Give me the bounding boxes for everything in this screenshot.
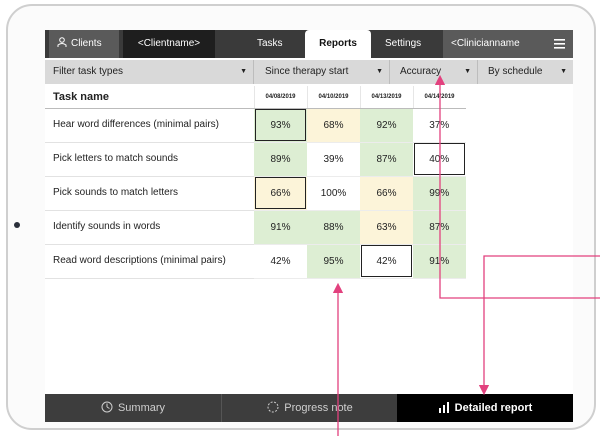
filter-task-types-label: Filter task types [53,66,124,77]
task-name: Hear word differences (minimal pairs) [45,108,254,143]
tab-reports[interactable]: Reports [305,30,371,58]
dropdown-caret-icon: ▼ [376,68,383,75]
time-range-label: Since therapy start [265,66,349,77]
date-header: 04/08/2019 [253,86,307,109]
date-header: 04/14/2019 [412,86,466,109]
accuracy-cell[interactable]: 93% [254,108,307,143]
accuracy-cell[interactable]: 92% [360,108,413,143]
clinician-name: <Clinicianname [451,38,520,49]
schedule-dropdown[interactable]: By schedule ▼ [480,60,573,84]
tab-settings[interactable]: Settings [385,30,421,58]
accuracy-cell[interactable]: 40% [413,142,466,177]
date-header: 04/13/2019 [359,86,413,109]
accuracy-cell[interactable]: 68% [307,108,360,143]
accuracy-cell[interactable]: 42% [254,244,307,279]
metric-label: Accuracy [400,66,442,77]
dropdown-caret-icon: ▼ [464,68,471,75]
table-row[interactable]: Pick sounds to match letters 66% 100% 66… [45,176,466,211]
summary-label: Summary [117,402,166,414]
progress-icon [267,401,279,413]
table-row[interactable]: Pick letters to match sounds 89% 39% 87%… [45,142,466,177]
task-name: Identify sounds in words [45,210,254,245]
progress-label: Progress note [284,402,353,414]
metric-dropdown[interactable]: Accuracy ▼ [392,60,478,84]
accuracy-cell[interactable]: 88% [307,210,360,245]
table-row[interactable]: Identify sounds in words 91% 88% 63% 87% [45,210,466,245]
filter-bar: Filter task types ▼ Since therapy start … [45,60,573,84]
dropdown-caret-icon: ▼ [560,68,567,75]
accuracy-cell[interactable]: 91% [413,244,466,279]
accuracy-cell[interactable]: 66% [254,176,307,211]
hamburger-menu-icon[interactable] [554,39,565,49]
task-name: Pick letters to match sounds [45,142,254,177]
accuracy-cell[interactable]: 95% [307,244,360,279]
client-name[interactable]: <Clientname> [123,30,215,58]
accuracy-cell[interactable]: 42% [360,244,413,279]
clients-button[interactable]: Clients [49,30,119,58]
task-name: Read word descriptions (minimal pairs) [45,244,254,279]
summary-icon [101,401,113,413]
accuracy-cell[interactable]: 89% [254,142,307,177]
accuracy-cell[interactable]: 91% [254,210,307,245]
tab-detailed-report[interactable]: Detailed report [397,394,573,422]
tab-progress-note[interactable]: Progress note [221,394,398,422]
clients-label: Clients [71,38,102,49]
tab-tasks[interactable]: Tasks [257,30,283,58]
clinician-menu[interactable]: <Clinicianname [443,30,573,58]
schedule-label: By schedule [488,66,543,77]
tab-summary[interactable]: Summary [45,394,221,422]
accuracy-cell[interactable]: 63% [360,210,413,245]
task-name: Pick sounds to match letters [45,176,254,211]
accuracy-cell[interactable]: 87% [360,142,413,177]
accuracy-cell[interactable]: 87% [413,210,466,245]
accuracy-cell[interactable]: 66% [360,176,413,211]
accuracy-cell[interactable]: 100% [307,176,360,211]
time-range-dropdown[interactable]: Since therapy start ▼ [257,60,390,84]
table-row[interactable]: Read word descriptions (minimal pairs) 4… [45,244,466,279]
accuracy-cell[interactable]: 39% [307,142,360,177]
report-table: Task name 04/08/2019 04/10/2019 04/13/20… [45,86,466,279]
user-icon [57,37,67,47]
app-screen: Clients <Clientname> Tasks Reports Setti… [45,30,573,422]
date-header: 04/10/2019 [306,86,360,109]
dropdown-caret-icon: ▼ [240,68,247,75]
bar-chart-icon [438,402,449,413]
task-name-header: Task name [45,86,254,109]
top-navigation: Clients <Clientname> Tasks Reports Setti… [45,30,573,58]
detailed-label: Detailed report [454,402,533,414]
table-header-row: Task name 04/08/2019 04/10/2019 04/13/20… [45,86,466,109]
filter-task-types-dropdown[interactable]: Filter task types ▼ [45,60,254,84]
table-row[interactable]: Hear word differences (minimal pairs) 93… [45,108,466,143]
accuracy-cell[interactable]: 37% [413,108,466,143]
bottom-tab-bar: Summary Progress note Detailed report [45,394,573,422]
home-button[interactable] [14,222,20,228]
accuracy-cell[interactable]: 99% [413,176,466,211]
